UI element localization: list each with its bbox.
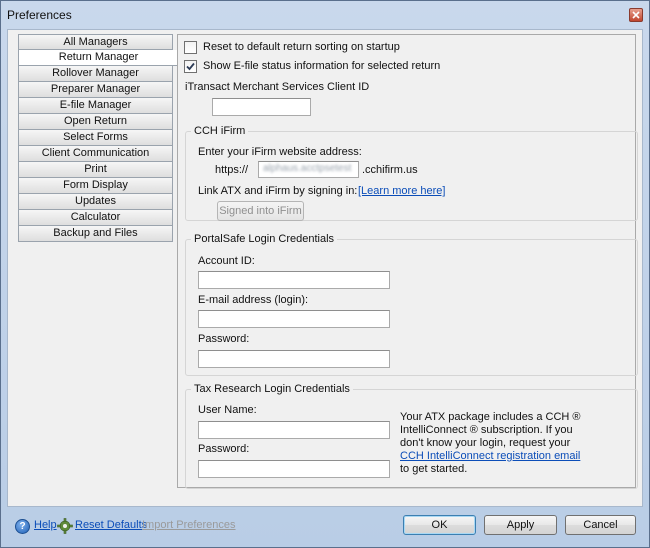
user-name-label: User Name: [198, 404, 257, 416]
nav-item-print[interactable]: Print [18, 162, 173, 178]
info-line-5: to get started. [400, 463, 468, 475]
intelliconnect-registration-link[interactable]: CCH IntelliConnect registration email [400, 450, 600, 463]
checkmark-icon [186, 62, 195, 71]
show-efile-checkbox[interactable] [184, 60, 197, 73]
ifirm-link-label: Link ATX and iFirm by signing in: [198, 185, 358, 197]
nav-item-form-display[interactable]: Form Display [18, 178, 173, 194]
preferences-window: Preferences All Managers Return Manager … [0, 0, 650, 548]
tax-research-password-input[interactable] [198, 460, 390, 478]
ifirm-subdomain-input[interactable]: alphaus.acctpsetest [258, 161, 359, 178]
ifirm-subdomain-value: alphaus.acctpsetest [263, 163, 352, 174]
user-name-input[interactable] [198, 421, 390, 439]
nav-item-all-managers[interactable]: All Managers [18, 34, 173, 50]
email-login-label: E-mail address (login): [198, 294, 309, 306]
email-login-input[interactable] [198, 310, 390, 328]
ifirm-address-label: Enter your iFirm website address: [198, 146, 362, 158]
return-manager-panel: Reset to default return sorting on start… [177, 34, 638, 489]
portalsafe-password-input[interactable] [198, 350, 390, 368]
info-line-1: Your ATX package includes a CCH ® [400, 411, 581, 423]
info-line-2: IntelliConnect ® subscription. If you [400, 424, 573, 436]
nav-item-backup-and-files[interactable]: Backup and Files [18, 226, 173, 242]
reset-sorting-label: Reset to default return sorting on start… [203, 41, 400, 53]
info-line-3: don't know your login, request your [400, 437, 571, 449]
window-title: Preferences [7, 8, 72, 22]
close-button[interactable] [629, 8, 643, 22]
nav-item-calculator[interactable]: Calculator [18, 210, 173, 226]
nav-item-return-manager[interactable]: Return Manager [18, 50, 178, 66]
help-icon: ? [15, 519, 30, 534]
close-icon [632, 11, 640, 19]
reset-sorting-checkbox[interactable] [184, 41, 197, 54]
portalsafe-group-title: PortalSafe Login Credentials [191, 233, 338, 245]
portalsafe-group: PortalSafe Login Credentials Account ID:… [185, 233, 638, 376]
ok-button[interactable]: OK [403, 515, 476, 535]
nav-item-rollover-manager[interactable]: Rollover Manager [18, 66, 173, 82]
account-id-label: Account ID: [198, 255, 255, 267]
ifirm-https-prefix: https:// [215, 164, 249, 176]
import-preferences-link[interactable]: Import Preferences [142, 519, 236, 531]
nav-item-preparer-manager[interactable]: Preparer Manager [18, 82, 173, 98]
show-efile-label: Show E-file status information for selec… [203, 60, 441, 72]
nav-item-efile-manager[interactable]: E-file Manager [18, 98, 173, 114]
intelliconnect-info: Your ATX package includes a CCH ® Intell… [400, 411, 600, 476]
nav-item-open-return[interactable]: Open Return [18, 114, 173, 130]
title-bar: Preferences [1, 1, 649, 29]
portalsafe-password-label: Password: [198, 333, 250, 345]
client-area: All Managers Return Manager Rollover Man… [7, 29, 643, 507]
nav-item-client-communication[interactable]: Client Communication [18, 146, 173, 162]
nav-item-select-forms[interactable]: Select Forms [18, 130, 173, 146]
itransact-client-id-input[interactable] [212, 98, 311, 116]
signed-into-ifirm-button[interactable]: Signed into iFirm [217, 201, 304, 221]
reset-defaults-link[interactable]: Reset Defaults [75, 519, 147, 531]
ifirm-group-title: CCH iFirm [191, 125, 249, 137]
ifirm-domain-suffix: .cchifirm.us [362, 164, 418, 176]
tax-research-group: Tax Research Login Credentials User Name… [185, 383, 638, 489]
cancel-button[interactable]: Cancel [565, 515, 636, 535]
nav-item-updates[interactable]: Updates [18, 194, 173, 210]
account-id-input[interactable] [198, 271, 390, 289]
apply-button[interactable]: Apply [484, 515, 557, 535]
dialog-footer: ? Help Reset Defaults Import Preferences… [1, 507, 649, 547]
ifirm-group: CCH iFirm Enter your iFirm website addre… [185, 125, 638, 221]
gear-icon [57, 518, 73, 534]
tax-research-password-label: Password: [198, 443, 250, 455]
itransact-label: iTransact Merchant Services Client ID [185, 81, 370, 93]
tax-research-group-title: Tax Research Login Credentials [191, 383, 353, 395]
preferences-nav: All Managers Return Manager Rollover Man… [18, 34, 178, 242]
help-link[interactable]: Help [34, 519, 57, 531]
learn-more-link[interactable]: [Learn more here] [358, 185, 445, 197]
